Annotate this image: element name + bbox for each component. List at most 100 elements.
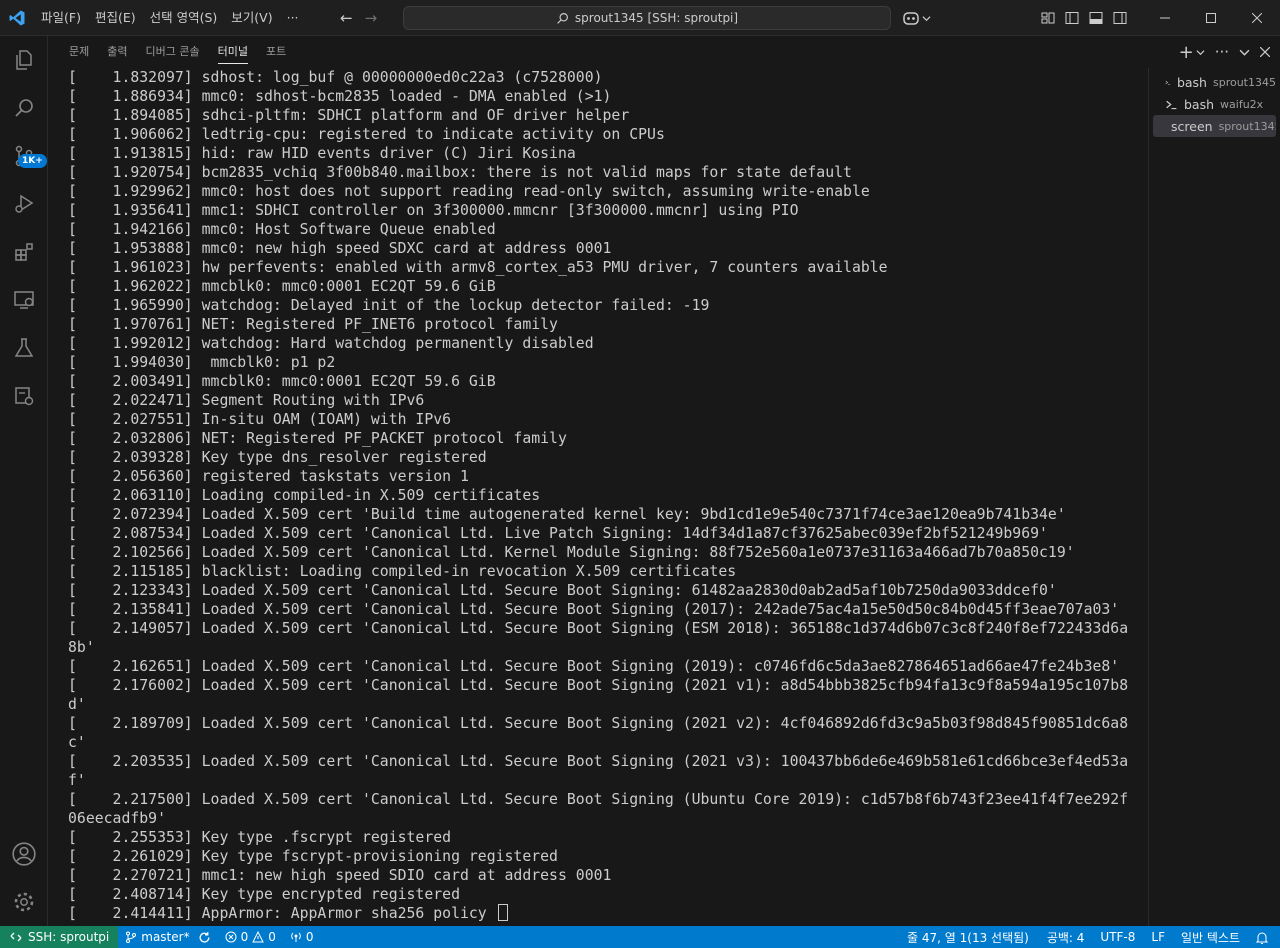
terminal-icon (1166, 100, 1177, 109)
cursor-position[interactable]: 줄 47, 열 1(13 선택됨) (897, 926, 1039, 948)
terminal-item-name: bash (1184, 96, 1215, 112)
terminal-item-bash-waifu2x[interactable]: bash waifu2x (1153, 93, 1276, 115)
menu-more[interactable]: ··· (280, 0, 306, 36)
search-icon (557, 12, 568, 24)
status-bar: SSH: sproutpi master* 0 0 0 줄 47, 열 1(13… (0, 926, 1280, 948)
terminal-item-bash-sprout[interactable]: bash sprout1345 (1153, 71, 1276, 93)
tab-ports[interactable]: 포트 (257, 36, 295, 68)
more-actions-icon[interactable]: ··· (1215, 43, 1229, 61)
terminal-line: c' (68, 734, 86, 751)
toggle-secondary-sidebar-icon[interactable] (1112, 10, 1128, 26)
terminal-line: [ 2.408714] Key type encrypted registere… (68, 886, 460, 903)
terminal-line: d' (68, 696, 86, 713)
terminal-line: [ 2.217500] Loaded X.509 cert 'Canonical… (68, 791, 1129, 808)
back-arrow-icon[interactable]: ← (340, 9, 353, 27)
terminal-item-name: screen (1171, 118, 1213, 134)
terminal-item-screen[interactable]: screen sprout1345 (1153, 115, 1276, 137)
minimize-icon[interactable] (1142, 0, 1188, 36)
containers-icon[interactable] (0, 372, 48, 420)
chevron-down-icon[interactable] (1196, 48, 1205, 57)
explorer-icon[interactable] (0, 36, 48, 84)
terminal-line: [ 2.115185] blacklist: Loading compiled-… (68, 563, 737, 580)
tab-output[interactable]: 출력 (98, 36, 136, 68)
testing-flask-icon[interactable] (0, 324, 48, 372)
toggle-panel-icon[interactable] (1088, 10, 1104, 26)
run-debug-icon[interactable] (0, 180, 48, 228)
layout-controls (1040, 0, 1128, 36)
error-count: 0 (240, 930, 249, 944)
indentation[interactable]: 공백: 4 (1039, 926, 1093, 948)
close-icon[interactable] (1234, 0, 1280, 36)
toggle-primary-sidebar-icon[interactable] (1064, 10, 1080, 26)
tab-problems[interactable]: 문제 (60, 36, 98, 68)
status-right: 줄 47, 열 1(13 선택됨) 공백: 4 UTF-8 LF 일반 텍스트 (897, 926, 1280, 948)
terminal-line: [ 1.906062] ledtrig-cpu: registered to i… (68, 126, 665, 143)
tab-terminal[interactable]: 터미널 (209, 36, 257, 68)
terminal-line: 06eecadfb9' (68, 810, 166, 827)
terminal-line: [ 2.414411] AppArmor: AppArmor sha256 po… (48, 904, 1148, 923)
remote-indicator[interactable]: SSH: sproutpi (0, 926, 119, 948)
menu-view[interactable]: 보기(V) (224, 0, 279, 36)
terminal-line: [ 1.935641] mmc1: SDHCI controller on 3f… (68, 202, 799, 219)
terminal-item-sub: sprout1345 (1212, 75, 1276, 89)
command-center-label: sprout1345 [SSH: sproutpi] (574, 11, 739, 25)
terminal-line: [ 1.970761] NET: Registered PF_INET6 pro… (68, 316, 558, 333)
copilot-icon (903, 12, 919, 25)
terminal-item-name: bash (1176, 74, 1207, 90)
branch-indicator[interactable]: master* (118, 926, 217, 948)
search-icon[interactable] (0, 84, 48, 132)
terminal-line: [ 2.270721] mmc1: new high speed SDIO ca… (68, 867, 612, 884)
customize-layout-icon[interactable] (1040, 10, 1056, 26)
notifications-bell-icon[interactable] (1248, 926, 1280, 948)
tab-debug-console[interactable]: 디버그 콘솔 (137, 36, 209, 68)
terminal-line: [ 1.965990] watchdog: Delayed init of th… (68, 297, 710, 314)
terminal-line: [ 1.942166] mmc0: Host Software Queue en… (68, 221, 496, 238)
settings-gear-icon[interactable] (0, 878, 48, 926)
problems-indicator[interactable]: 0 0 (218, 926, 283, 948)
language-mode[interactable]: 일반 텍스트 (1173, 926, 1248, 948)
terminal-line: [ 2.056360] registered taskstats version… (68, 468, 469, 485)
encoding[interactable]: UTF-8 (1092, 926, 1143, 948)
terminal-line: [ 2.135841] Loaded X.509 cert 'Canonical… (68, 601, 1120, 618)
accounts-icon[interactable] (0, 830, 48, 878)
terminal-line: [ 2.072394] Loaded X.509 cert 'Build tim… (68, 506, 1066, 523)
terminal-output[interactable]: [ 1.832097] sdhost: log_buf @ 00000000ed… (48, 68, 1148, 926)
terminal-line: [ 2.255353] Key type .fscrypt registered (68, 829, 452, 846)
broadcast-icon (291, 932, 301, 942)
remote-explorer-icon[interactable] (0, 276, 48, 324)
error-icon (225, 931, 237, 943)
terminal-line: [ 2.039328] Key type dns_resolver regist… (68, 449, 487, 466)
branch-label: master* (141, 930, 190, 944)
extensions-icon[interactable] (0, 228, 48, 276)
ports-indicator[interactable]: 0 (283, 926, 321, 948)
vscode-logo-icon (0, 0, 34, 36)
sync-icon[interactable] (198, 931, 211, 944)
forward-arrow-icon[interactable]: → (365, 9, 378, 27)
terminal-line: [ 2.022471] Segment Routing with IPv6 (68, 392, 425, 409)
terminal-item-sub: waifu2x (1220, 97, 1264, 111)
copilot-button[interactable] (902, 8, 936, 28)
terminal-line: [ 2.032806] NET: Registered PF_PACKET pr… (68, 430, 567, 447)
warning-count: 0 (268, 930, 276, 944)
new-terminal-plus-icon[interactable]: + (1179, 42, 1194, 63)
menu-file[interactable]: 파일(F) (34, 0, 88, 36)
terminal-line: [ 1.832097] sdhost: log_buf @ 00000000ed… (68, 69, 603, 86)
menu-edit[interactable]: 편집(E) (88, 0, 143, 36)
terminal-line: [ 1.886934] mmc0: sdhost-bcm2835 loaded … (68, 88, 612, 105)
terminal-list: bash sprout1345 bash waifu2x screen spro… (1148, 68, 1280, 926)
terminal-line: [ 2.149057] Loaded X.509 cert 'Canonical… (68, 620, 1129, 637)
menu-selection[interactable]: 선택 영역(S) (143, 0, 225, 36)
collapse-chevron-icon[interactable] (1239, 47, 1250, 58)
source-control-badge: 1K+ (18, 154, 47, 168)
command-center[interactable]: sprout1345 [SSH: sproutpi] (403, 6, 891, 30)
maximize-icon[interactable] (1188, 0, 1234, 36)
terminal-line: [ 1.994030] mmcblk0: p1 p2 (68, 354, 336, 371)
activity-bar: 1K+ (0, 36, 48, 926)
terminal-line: [ 2.063110] Loading compiled-in X.509 ce… (68, 487, 541, 504)
window-controls (1142, 0, 1280, 36)
end-of-line[interactable]: LF (1143, 926, 1173, 948)
terminal-line: [ 1.961023] hw perfevents: enabled with … (68, 259, 888, 276)
terminal-line: [ 2.176002] Loaded X.509 cert 'Canonical… (68, 677, 1129, 694)
close-panel-icon[interactable] (1260, 47, 1270, 57)
panel-actions: + ··· (1179, 36, 1270, 68)
